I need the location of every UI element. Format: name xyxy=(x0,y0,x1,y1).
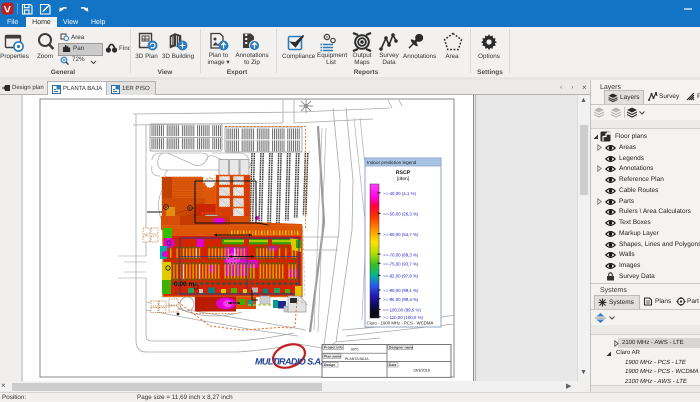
svg-text:>=-75,00 (93,7 %): >=-75,00 (93,7 %) xyxy=(383,262,419,267)
svg-text:Indoor prediction legend: Indoor prediction legend xyxy=(367,160,417,165)
svg-text:Project info: Project info xyxy=(324,346,343,350)
svg-text:19/3/2018: 19/3/2018 xyxy=(413,369,430,373)
svg-text:>=-40,00 (4,1 %): >=-40,00 (4,1 %) xyxy=(383,191,416,196)
svg-text:PLANTA BAJA: PLANTA BAJA xyxy=(345,357,369,361)
svg-text:>=-110,00 (100,0 %): >=-110,00 (100,0 %) xyxy=(383,315,423,320)
svg-text:00*0: 00*0 xyxy=(351,348,358,352)
svg-text:>=-90,00 (99,1 %): >=-90,00 (99,1 %) xyxy=(383,288,419,293)
svg-text:0.00 m: 0.00 m xyxy=(174,281,194,288)
svg-text:Plan name: Plan name xyxy=(324,355,341,359)
svg-text:>=-95,00 (99,4 %): >=-95,00 (99,4 %) xyxy=(383,297,419,302)
svg-text:>=-50,00 (26,3 %): >=-50,00 (26,3 %) xyxy=(383,212,419,217)
svg-text:[dBm]: [dBm] xyxy=(397,176,409,181)
svg-text:Designer name: Designer name xyxy=(389,346,413,350)
svg-text:>=-100,00 (99,5 %): >=-100,00 (99,5 %) xyxy=(383,308,421,313)
svg-text:>=-82,00 (97,8 %): >=-82,00 (97,8 %) xyxy=(383,274,419,279)
svg-text:>=-60,00 (54,7 %): >=-60,00 (54,7 %) xyxy=(383,232,419,237)
svg-text:Design: Design xyxy=(324,363,335,367)
svg-text:Claro - 1900 MHz - PCS - WCDMA: Claro - 1900 MHz - PCS - WCDMA xyxy=(367,321,434,326)
svg-text:>=-70,00 (89,3 %): >=-70,00 (89,3 %) xyxy=(383,252,419,257)
svg-text:MULTIRADIO S.A.: MULTIRADIO S.A. xyxy=(255,357,323,367)
svg-text:Date: Date xyxy=(389,363,396,367)
